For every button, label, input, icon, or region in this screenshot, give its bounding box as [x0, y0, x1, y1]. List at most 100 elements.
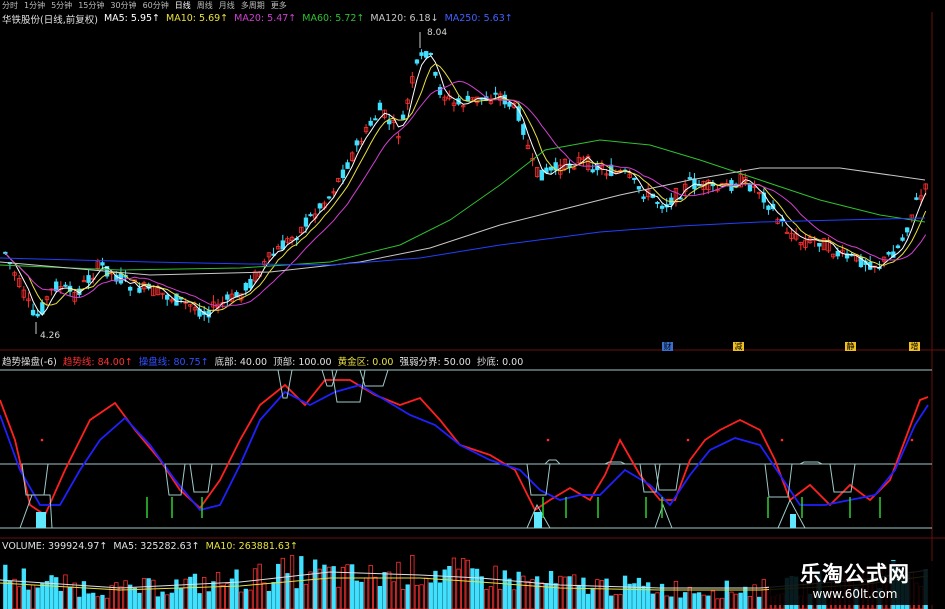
volume-bar	[104, 597, 110, 609]
volume-bar	[738, 592, 743, 609]
volume-bar	[363, 577, 369, 609]
volume-bar	[137, 592, 142, 609]
volume-bar	[650, 593, 655, 609]
event-marker[interactable]: 增	[909, 342, 920, 351]
price-high-label: 8.04	[427, 28, 448, 38]
event-marker[interactable]: 静	[845, 342, 856, 351]
price-chart[interactable]	[0, 0, 945, 609]
candle-body	[539, 169, 544, 181]
volume-bar	[262, 582, 267, 609]
ctrl-line-value: 操盘线: 80.75↑	[138, 356, 209, 368]
candle-body	[165, 294, 170, 300]
candle-body	[895, 245, 901, 249]
top-value: 顶部: 100.00	[273, 356, 332, 368]
candle-body	[225, 294, 230, 300]
gold-zone-fill	[36, 512, 46, 528]
volume-bar	[627, 583, 632, 609]
price-low-label: 4.26	[40, 331, 61, 341]
volume-bar	[58, 590, 63, 609]
event-marker[interactable]: 减	[733, 342, 744, 351]
candle-body	[521, 124, 526, 135]
volume-bar	[3, 564, 8, 609]
volume-bar	[373, 576, 378, 609]
signal-dot	[910, 438, 914, 442]
candle-body	[373, 118, 378, 121]
volume-bar	[155, 596, 161, 609]
volume-bar	[646, 582, 651, 609]
candle-body	[137, 287, 142, 293]
volume-bar	[609, 595, 614, 609]
watermark-title: 乐淘公式网	[800, 562, 910, 586]
candle-body	[128, 286, 133, 291]
event-marker[interactable]: 财	[662, 342, 673, 351]
gold-zone-fill	[534, 512, 542, 528]
volume-bar	[183, 578, 188, 609]
volume-bar	[211, 581, 216, 609]
volume-bar	[132, 587, 137, 609]
volume-bar	[326, 566, 332, 609]
candle-body	[414, 59, 420, 64]
bottom-value: 底部: 40.00	[214, 356, 268, 368]
bottom-zone	[189, 463, 213, 493]
volume-bar	[21, 568, 26, 609]
volume-bar	[229, 578, 235, 609]
volume-bar	[299, 556, 304, 609]
candle-body	[886, 252, 891, 255]
candle-body	[345, 162, 350, 169]
volume-bar	[67, 586, 73, 609]
volume-bar	[377, 586, 383, 609]
volume-bar	[733, 593, 739, 609]
candle-body	[835, 250, 840, 257]
volume-bar	[405, 584, 410, 609]
volume-bar	[683, 592, 688, 609]
volume-bar	[511, 589, 517, 609]
candle-body	[641, 196, 646, 199]
candle-body	[609, 164, 614, 176]
volume-bar	[410, 555, 415, 609]
volume-bar	[470, 568, 475, 609]
volume-bar	[558, 575, 563, 609]
volume-bar	[26, 589, 31, 609]
candle-body	[354, 140, 359, 146]
volume-bar	[77, 596, 82, 609]
candle-body	[428, 52, 433, 55]
candle-body	[900, 237, 905, 241]
trend-line-value: 趋势线: 84.00↑	[62, 356, 133, 368]
candle-body	[35, 313, 40, 317]
candle-body	[326, 196, 332, 199]
volume-bar	[285, 573, 290, 609]
volume-bar	[498, 589, 503, 609]
volume-bar	[530, 579, 535, 609]
candle-body	[86, 275, 91, 283]
candle-body	[377, 102, 383, 111]
volume-bar	[678, 597, 683, 609]
volume-bar	[114, 582, 119, 609]
volume-bar	[488, 586, 494, 609]
volume-bar	[63, 574, 68, 609]
volume-bar	[456, 568, 461, 609]
volume-bar	[289, 555, 295, 609]
volume-legend: VOLUME: 399924.97↑ MA5: 325282.63↑ MA10:…	[0, 540, 298, 553]
volume-bar	[507, 578, 512, 609]
volume-bar	[95, 596, 100, 609]
volume-bar	[202, 577, 207, 609]
volume-bar	[692, 593, 697, 609]
volume-bar	[437, 582, 443, 609]
volume-bar	[419, 584, 424, 609]
volume-bar	[169, 592, 174, 609]
volume-bar	[433, 570, 438, 609]
gold-zone-fill	[790, 514, 796, 528]
volume-bar	[724, 580, 729, 609]
volume-ma5-value: MA5: 325282.63↑	[113, 541, 200, 552]
gold-zone-outline	[654, 503, 673, 529]
volume-ma10-value: MA10: 263881.63↑	[205, 541, 298, 552]
candle-body	[493, 92, 498, 95]
watermark-url: www.60lt.com	[812, 587, 898, 601]
volume-bar	[757, 596, 762, 609]
volume-bar	[516, 571, 521, 609]
volume-bar	[618, 594, 623, 609]
volume-bar	[502, 570, 507, 609]
candle-body	[914, 197, 919, 200]
volume-value: VOLUME: 399924.97↑	[2, 541, 108, 552]
ma60-line	[0, 139, 926, 271]
